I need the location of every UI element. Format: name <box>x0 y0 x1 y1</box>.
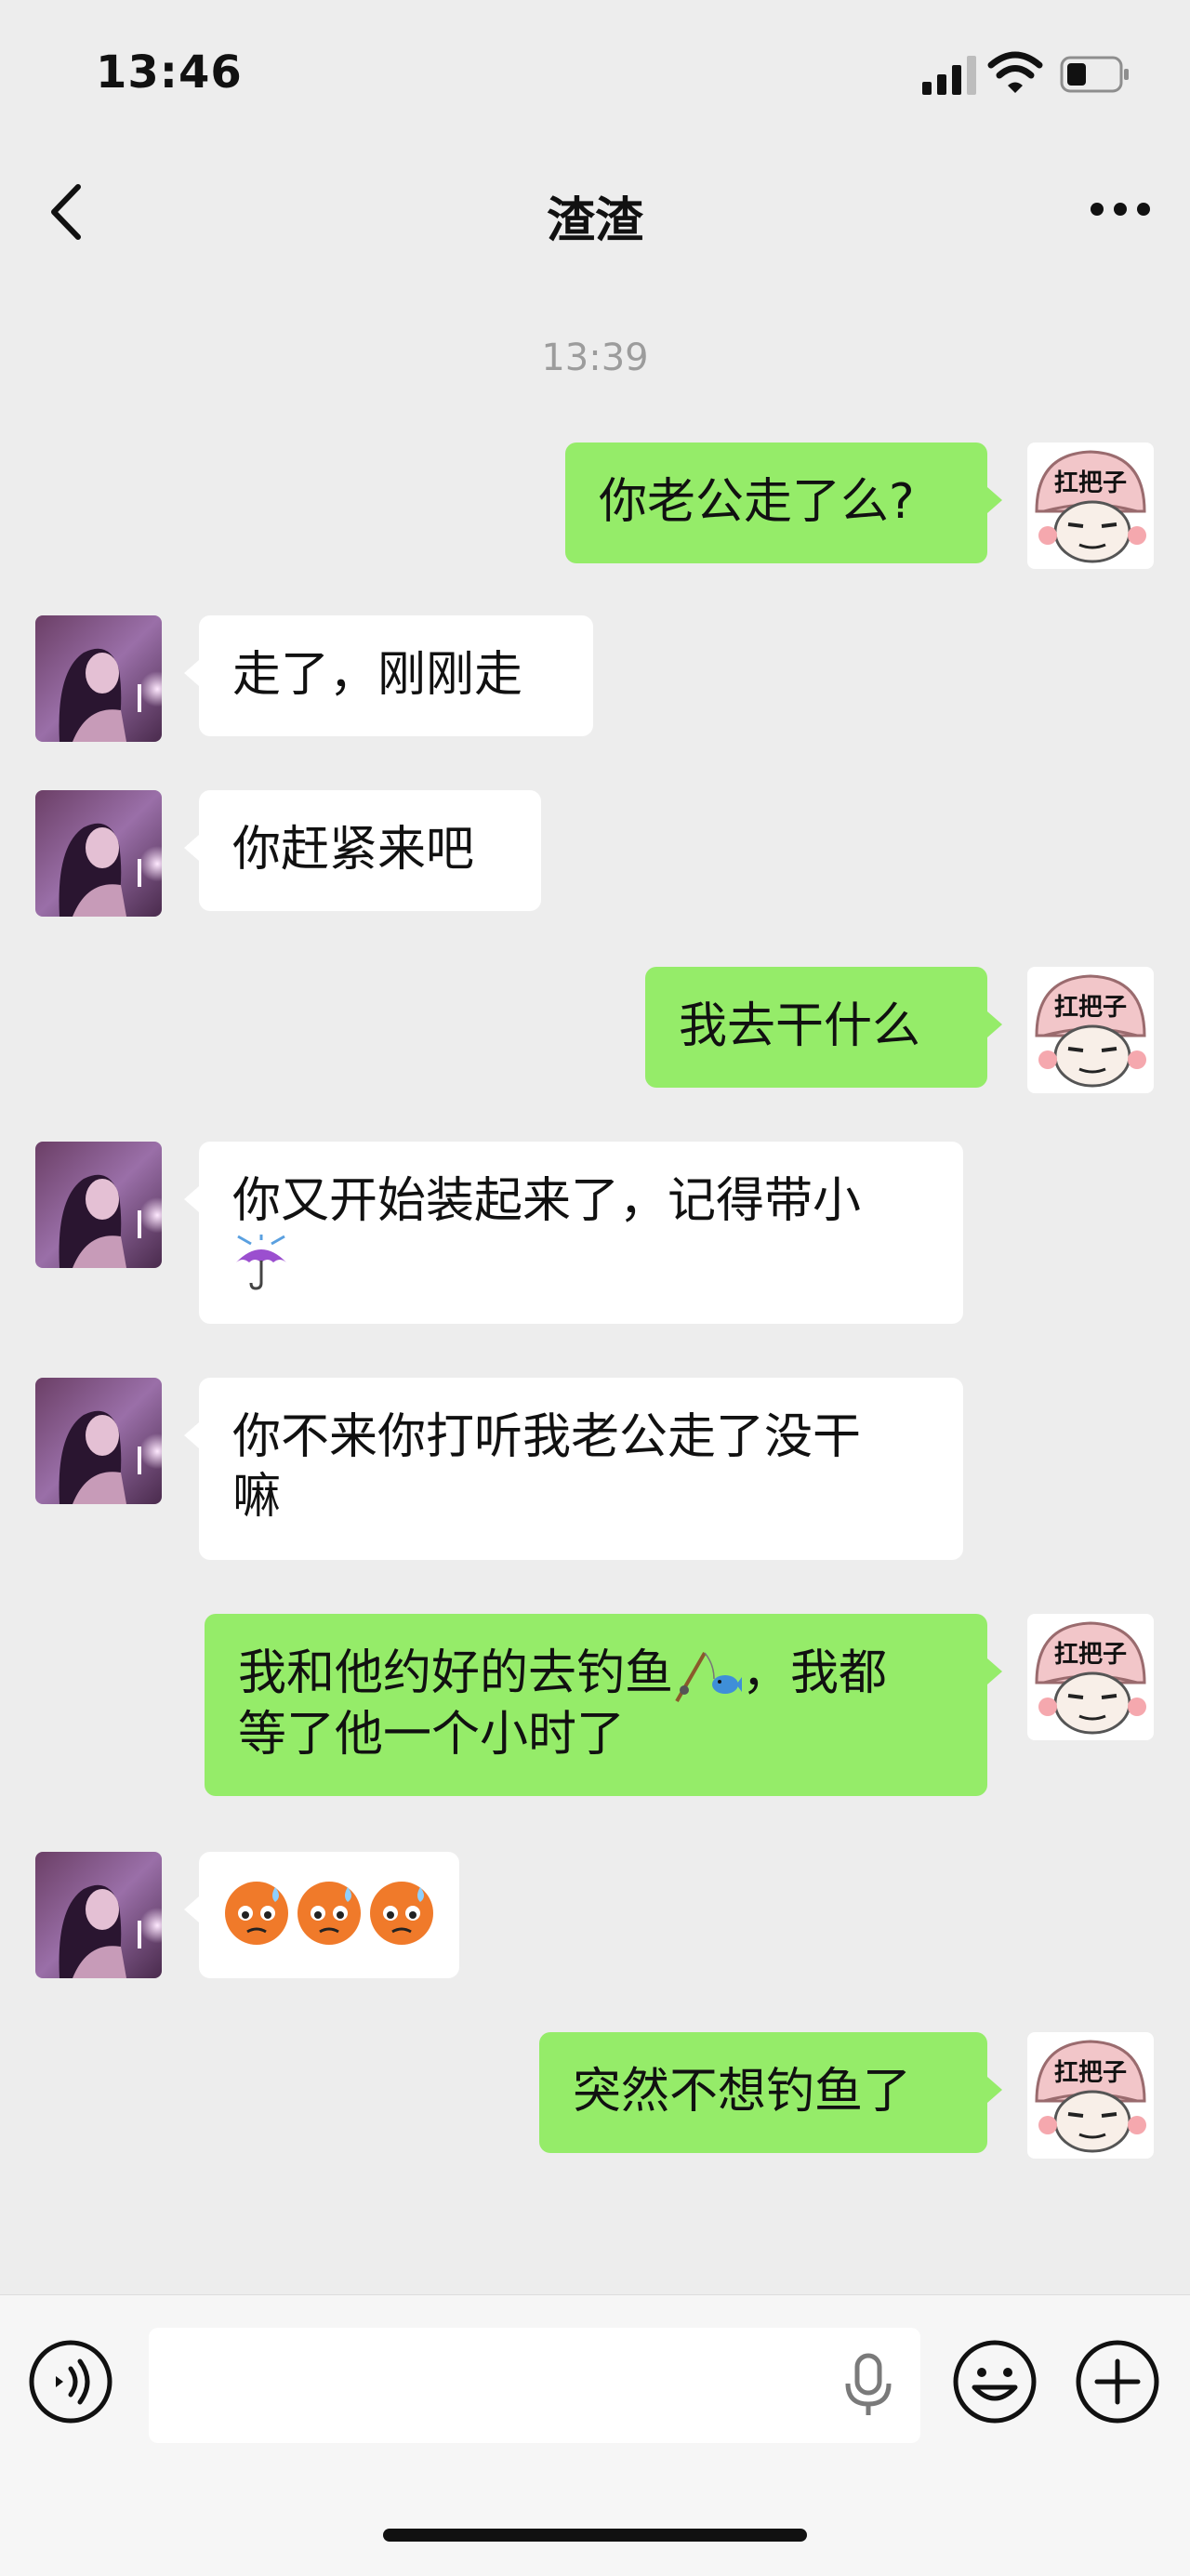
message-bubble-incoming[interactable]: 你又开始装起来了，记得带小 <box>184 1142 963 1324</box>
more-icon[interactable] <box>1088 200 1153 218</box>
message-bubble-incoming[interactable]: 走了，刚刚走 <box>184 615 593 736</box>
status-bar: 13:46 <box>0 0 1190 149</box>
avatar-caption: 扛把子 <box>1054 2059 1127 2087</box>
signal-icon <box>922 56 976 95</box>
anxious-face-emoji-row <box>225 1882 433 1945</box>
anxious-face-emoji-icon <box>370 1882 433 1945</box>
voice-icon[interactable] <box>28 2339 113 2424</box>
mic-icon[interactable] <box>842 2352 894 2419</box>
message-text: ，我都 <box>742 1645 888 1701</box>
message-bubble-outgoing[interactable]: 我和他约好的去钓鱼 ，我都 等了他一个小时了 <box>205 1614 1002 1796</box>
message-bubble-incoming[interactable] <box>184 1852 459 1978</box>
contact-avatar[interactable] <box>35 1378 162 1504</box>
message-bubble-incoming[interactable]: 你赶紧来吧 <box>184 790 541 911</box>
message-bubble-outgoing[interactable]: 突然不想钓鱼了 <box>539 2032 1002 2153</box>
my-avatar[interactable]: 扛把子 <box>1027 443 1154 569</box>
message-timestamp: 13:39 <box>541 337 649 379</box>
chat-title: 渣渣 <box>546 193 643 249</box>
avatar-caption: 扛把子 <box>1054 994 1127 1022</box>
message-bubble-outgoing[interactable]: 你老公走了么? <box>565 443 1002 563</box>
message-input[interactable] <box>149 2328 920 2443</box>
emoji-icon[interactable] <box>952 2339 1038 2424</box>
my-avatar[interactable]: 扛把子 <box>1027 967 1154 1093</box>
contact-avatar[interactable] <box>35 1142 162 1268</box>
message-text: 你老公走了么? <box>599 474 915 530</box>
umbrella-emoji-icon <box>236 1235 286 1290</box>
add-icon[interactable] <box>1075 2339 1160 2424</box>
wifi-icon <box>987 51 1043 93</box>
avatar-caption: 扛把子 <box>1054 469 1127 497</box>
message-text-line: 嘛 <box>232 1469 282 1525</box>
contact-avatar[interactable] <box>35 615 162 742</box>
avatar-caption: 扛把子 <box>1054 1641 1127 1669</box>
message-text: 我去干什么 <box>679 998 921 1054</box>
message-bubble-incoming[interactable]: 你不来你打听我老公走了没干 嘛 <box>184 1378 963 1560</box>
message-text: 你又开始装起来了，记得带小 <box>232 1173 862 1229</box>
fishing-pole-emoji-icon <box>675 1652 743 1702</box>
home-indicator[interactable] <box>383 2529 807 2542</box>
message-text-line: 等了他一个小时了 <box>238 1707 626 1763</box>
message-text: 突然不想钓鱼了 <box>573 2064 912 2120</box>
message-text: 走了，刚刚走 <box>232 647 523 703</box>
message-text-line: 你不来你打听我老公走了没干 <box>232 1409 862 1465</box>
contact-avatar[interactable] <box>35 1852 162 1978</box>
anxious-face-emoji-icon <box>298 1882 361 1945</box>
contact-avatar[interactable] <box>35 790 162 917</box>
status-time: 13:46 <box>96 46 243 99</box>
message-text: 你赶紧来吧 <box>232 822 475 878</box>
message-text: 我和他约好的去钓鱼 <box>238 1645 674 1701</box>
battery-icon <box>1060 56 1129 93</box>
anxious-face-emoji-icon <box>225 1882 288 1945</box>
my-avatar[interactable]: 扛把子 <box>1027 1614 1154 1740</box>
my-avatar[interactable]: 扛把子 <box>1027 2032 1154 2159</box>
message-bubble-outgoing[interactable]: 我去干什么 <box>645 967 1002 1088</box>
